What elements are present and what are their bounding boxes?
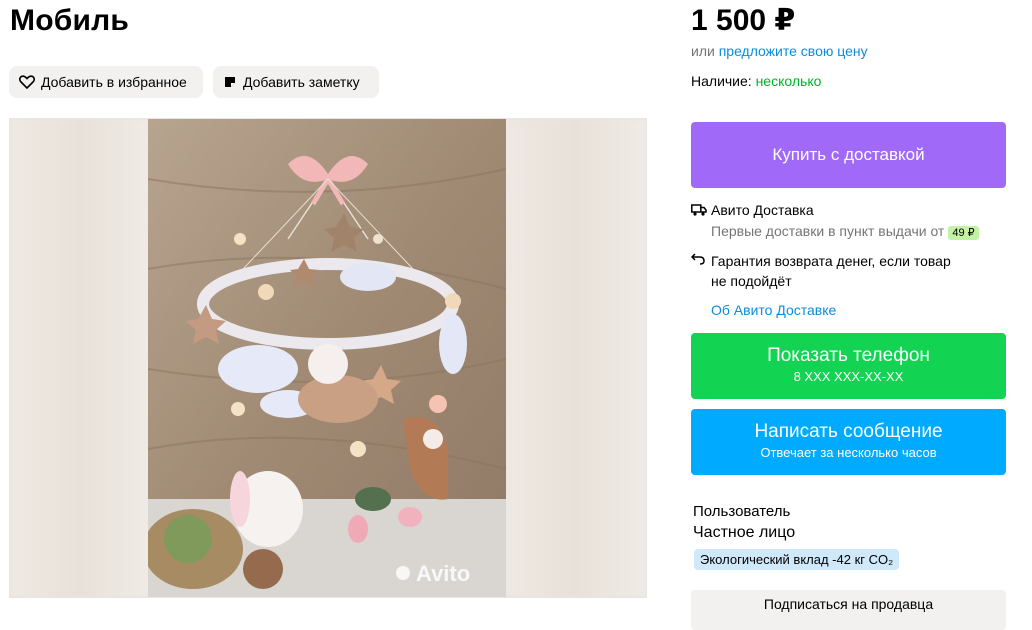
seller-name[interactable]: Пользователь — [693, 503, 790, 520]
truck-icon — [691, 202, 711, 219]
availability-label: Наличие: — [691, 73, 752, 89]
about-delivery-link[interactable]: Об Авито Доставке — [711, 300, 951, 320]
delivery-info: Авито Доставка Первые доставки в пункт в… — [691, 202, 979, 240]
write-message-button[interactable]: Написать сообщение Отвечает за несколько… — [691, 409, 1006, 475]
phone-number: 8 XXX XXX-XX-XX — [793, 369, 904, 384]
seller-type: Частное лицо — [693, 524, 796, 541]
show-phone-label: Показать телефон — [767, 345, 930, 366]
offer-price-link[interactable]: предложите свою цену — [719, 43, 868, 59]
note-icon — [225, 77, 235, 87]
favorite-label: Добавить в избранное — [41, 74, 187, 90]
first-delivery-text: Первые доставки в пункт выдачи от — [711, 223, 945, 239]
listing-photo[interactable]: Avito — [9, 118, 647, 598]
availability-value: несколько — [755, 73, 822, 89]
buy-with-delivery-button[interactable]: Купить с доставкой — [691, 122, 1006, 188]
delivery-title: Авито Доставка — [711, 202, 814, 218]
add-to-favorites-button[interactable]: Добавить в избранное — [9, 66, 203, 98]
note-label: Добавить заметку — [243, 74, 360, 90]
price: 1 500 ₽ — [691, 4, 796, 37]
offer-prefix: или — [691, 43, 715, 59]
write-message-label: Написать сообщение — [754, 421, 943, 442]
offer-price-line: или предложите свою цену — [691, 43, 868, 59]
guarantee-line1: Гарантия возврата денег, если товар — [711, 253, 951, 269]
page-title: Мобиль — [10, 4, 129, 37]
photo-watermark: Avito — [416, 561, 470, 586]
response-time: Отвечает за несколько часов — [760, 445, 937, 460]
eco-badge[interactable]: Экологический вклад -42 кг CO₂ — [694, 549, 900, 570]
guarantee-line2: не подойдёт — [711, 273, 792, 289]
return-icon — [690, 251, 711, 268]
delivery-price-badge: 49 ₽ — [948, 226, 979, 240]
show-phone-button[interactable]: Показать телефон 8 XXX XXX-XX-XX — [691, 333, 1006, 399]
guarantee-info: Гарантия возврата денег, если товар не п… — [690, 251, 951, 320]
availability: Наличие: несколько — [691, 73, 821, 89]
add-note-button[interactable]: Добавить заметку — [213, 66, 379, 98]
heart-icon — [19, 75, 35, 89]
mobile-photo-image: Avito — [148, 119, 506, 597]
subscribe-seller-button[interactable]: Подписаться на продавца — [691, 590, 1006, 630]
